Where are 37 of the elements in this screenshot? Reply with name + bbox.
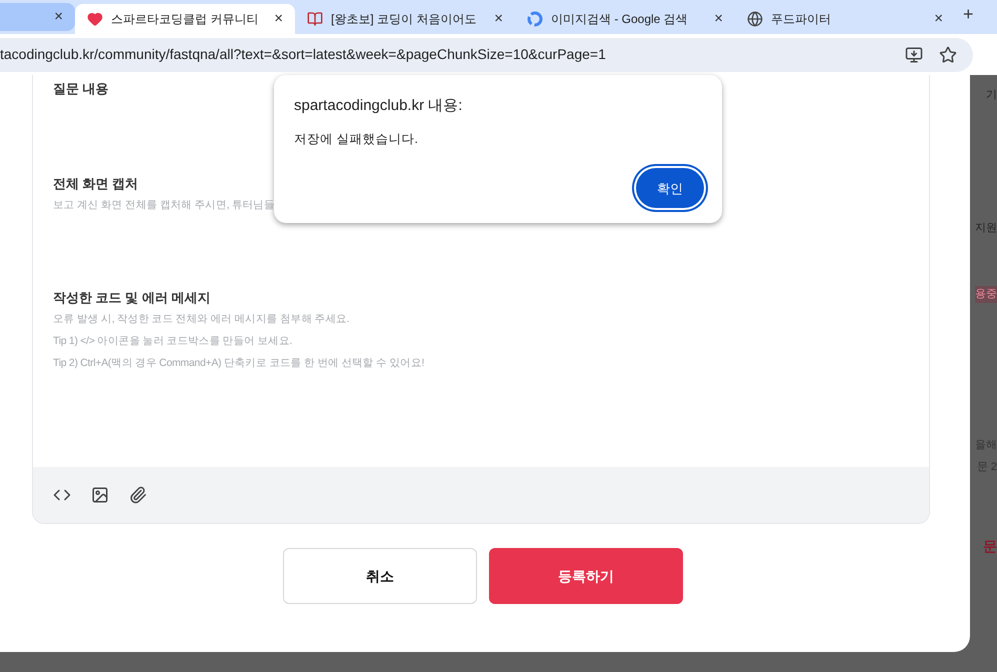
install-icon[interactable] [905,46,923,64]
url-text: tacodingclub.kr/community/fastqna/all?text=&sort=latest&week=&pageChunkSize=10&curPage=1 [0,45,607,64]
image-icon[interactable] [91,486,109,504]
paperclip-icon[interactable] [129,486,147,504]
hint-text: 오류 발생 시, 작성한 코드 전체와 에러 메시지를 첨부해 주세요. [53,312,350,327]
section-heading: 작성한 코드 및 에러 메세지 [53,289,210,307]
close-icon[interactable]: × [274,8,283,30]
dialog-title: spartacodingclub.kr 내용: [294,96,464,116]
close-icon[interactable]: × [714,8,723,30]
ok-button[interactable]: 확인 [636,168,704,208]
section-heading: 전체 화면 캡처 [53,175,138,193]
cancel-button[interactable]: 취소 [283,548,477,604]
bookmark-star-icon[interactable] [939,46,957,64]
new-tab-button[interactable]: + [963,1,974,28]
book-icon [307,11,323,27]
hint-text: 보고 계신 화면 전체를 캡처해 주시면, 튜터님들 [53,198,275,213]
submit-button[interactable]: 등록하기 [489,548,683,604]
close-icon[interactable]: × [54,6,63,28]
hint-text: Tip 2) Ctrl+A(맥의 경우 Command+A) 단축키로 코드를 한 번에 선택할 수 있어요! [53,356,424,371]
globe-icon [747,11,763,27]
tab-title: 스파르타코딩클럽 커뮤니티 [111,11,260,28]
tab-title: 푸드파이터 [771,11,832,28]
browser-tab[interactable]: 스파르타코딩클럽 커뮤니티 × [75,4,295,34]
background-text: 지원 [975,220,997,236]
close-icon[interactable]: × [494,8,503,30]
close-icon[interactable]: × [934,8,943,30]
background-text: 문 [983,536,997,556]
background-text: 기 [986,88,997,103]
section-heading: 질문 내용 [53,80,109,98]
tab-title: 이미지검색 - Google 검색 [551,11,689,28]
dialog-message: 저장에 실패했습니다. [294,130,419,148]
hint-text: Tip 1) </> 아이콘을 눌러 코드박스를 만들어 보세요. [53,334,292,349]
tab-title: [왕초보] 코딩이 처음이어도 [331,11,478,28]
heart-icon [87,11,103,27]
background-text: 용중 [975,286,997,302]
browser-tab[interactable]: × [0,3,75,31]
address-bar[interactable]: tacodingclub.kr/community/fastqna/all?text=&sort=latest&week=&pageChunkSize=10&curPage=1 [0,38,973,72]
